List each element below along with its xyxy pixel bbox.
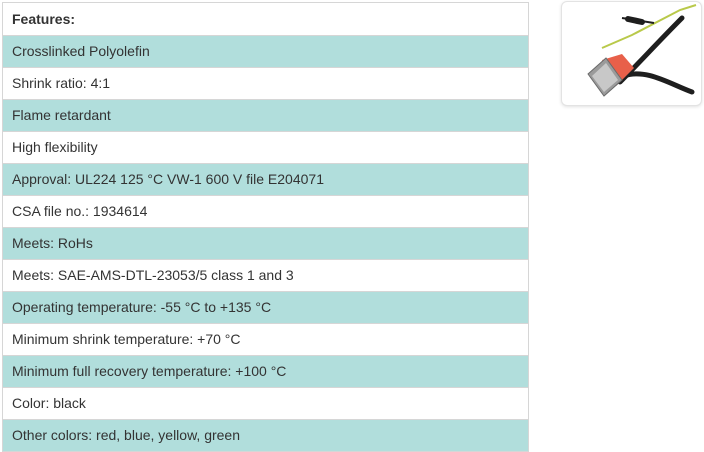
feature-row: Color: black bbox=[3, 388, 528, 420]
feature-row: Operating temperature: -55 °C to +135 °C bbox=[3, 292, 528, 324]
features-heading: Features: bbox=[3, 3, 528, 36]
feature-row: Minimum shrink temperature: +70 °C bbox=[3, 324, 528, 356]
feature-row: CSA file no.: 1934614 bbox=[3, 196, 528, 228]
features-table: Features: Crosslinked Polyolefin Shrink … bbox=[2, 2, 529, 452]
feature-row: Other colors: red, blue, yellow, green bbox=[3, 420, 528, 452]
product-thumbnail[interactable] bbox=[561, 1, 702, 106]
feature-row: Approval: UL224 125 °C VW-1 600 V file E… bbox=[3, 164, 528, 196]
feature-row: Meets: RoHs bbox=[3, 228, 528, 260]
feature-row: Meets: SAE-AMS-DTL-23053/5 class 1 and 3 bbox=[3, 260, 528, 292]
feature-row: Shrink ratio: 4:1 bbox=[3, 68, 528, 100]
cable-connector-image bbox=[587, 4, 697, 97]
feature-row: Minimum full recovery temperature: +100 … bbox=[3, 356, 528, 388]
feature-row: High flexibility bbox=[3, 132, 528, 164]
feature-row: Flame retardant bbox=[3, 100, 528, 132]
feature-row: Crosslinked Polyolefin bbox=[3, 36, 528, 68]
